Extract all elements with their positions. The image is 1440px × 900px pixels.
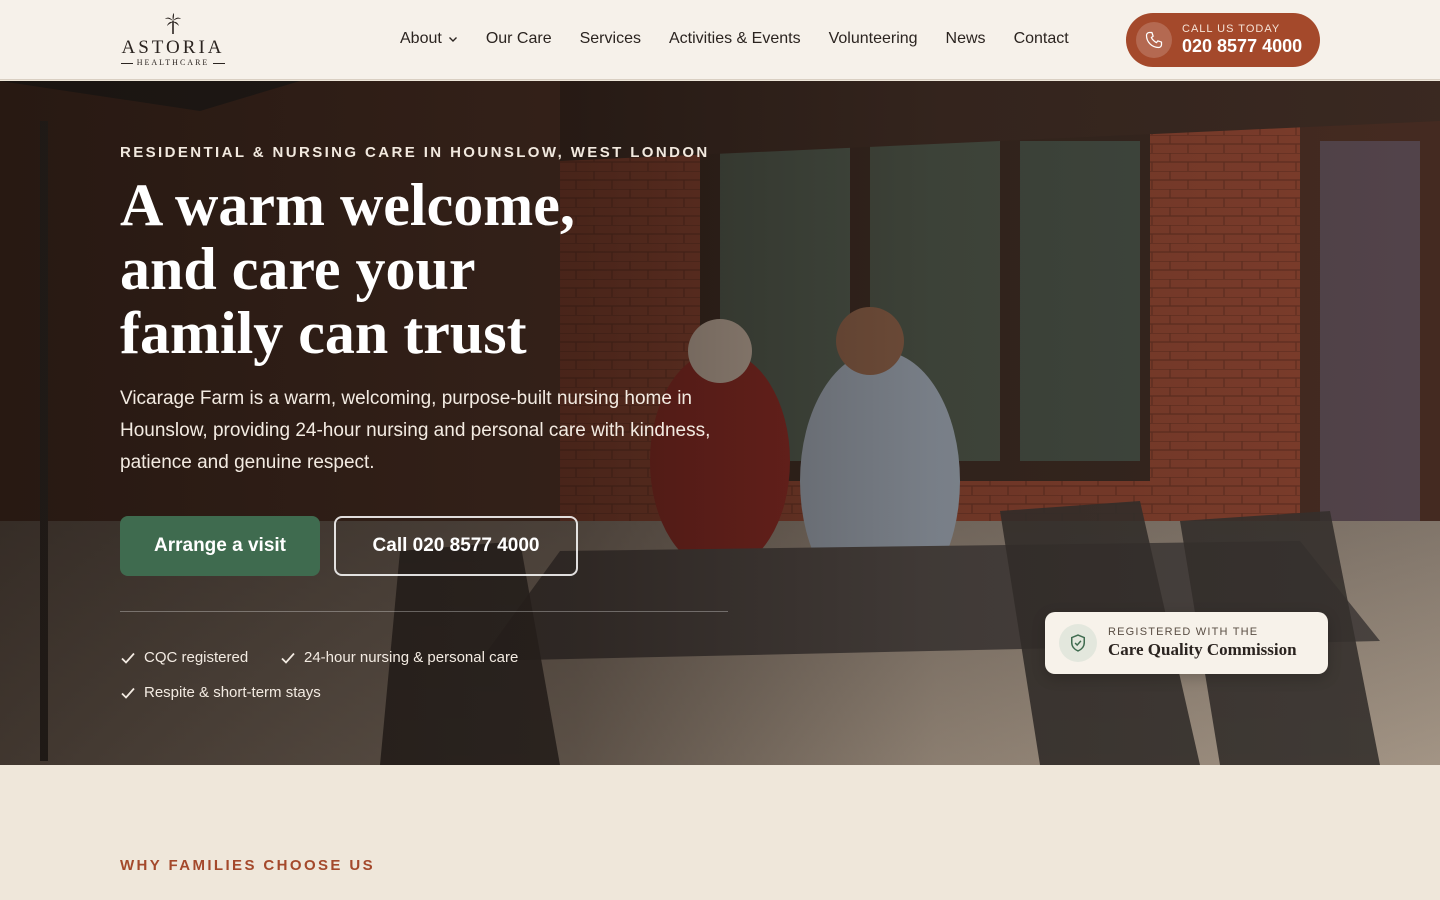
call-pill-number: 020 8577 4000 <box>1182 36 1303 56</box>
nav-item-volunteering[interactable]: Volunteering <box>829 30 918 48</box>
call-pill-text: CALL US TODAY 020 8577 4000 <box>1182 23 1302 57</box>
why-families-eyebrow: WHY FAMILIES CHOOSE US <box>120 857 376 874</box>
chevron-down-icon <box>448 37 457 42</box>
hero-section: RESIDENTIAL & NURSING CARE IN HOUNSLOW, … <box>0 81 1440 765</box>
checkmark-icon <box>121 652 135 664</box>
check-item-nursing: 24-hour nursing & personal care <box>280 649 518 666</box>
palm-logo-icon <box>165 13 181 34</box>
phone-icon <box>1136 22 1172 58</box>
nav-item-news[interactable]: News <box>946 30 986 48</box>
checkmark-icon <box>121 687 135 699</box>
hero-lead: Vicarage Farm is a warm, welcoming, purp… <box>120 388 711 473</box>
cqc-line1: REGISTERED WITH THE <box>1108 625 1259 638</box>
nav-item-about[interactable]: About <box>400 30 458 48</box>
nav-item-activities-events[interactable]: Activities & Events <box>669 30 801 48</box>
cqc-text: REGISTERED WITH THE Care Quality Commiss… <box>1108 626 1297 661</box>
call-pill-label: CALL US TODAY <box>1182 23 1281 35</box>
hero-divider <box>120 611 728 612</box>
main-nav: About Our Care Services Activities & Eve… <box>400 30 1069 48</box>
shield-check-icon <box>1059 624 1097 662</box>
brand-subname: HEALTHCARE <box>118 58 228 68</box>
call-button[interactable]: Call 020 8577 4000 <box>334 516 578 576</box>
cqc-line2: Care Quality Commission <box>1108 639 1297 659</box>
site-header: ASTORIA HEALTHCARE About Our Care Servic… <box>0 0 1440 80</box>
brand-name: ASTORIA <box>121 37 225 58</box>
astoria-logo[interactable]: ASTORIA HEALTHCARE <box>118 12 228 70</box>
arrange-visit-button[interactable]: Arrange a visit <box>120 516 320 576</box>
checkmark-icon <box>281 652 295 664</box>
nav-item-our-care[interactable]: Our Care <box>486 30 552 48</box>
check-item-cqc: CQC registered <box>120 649 248 666</box>
nav-item-services[interactable]: Services <box>580 30 641 48</box>
hero-headline: A warm welcome, and care your family can… <box>120 172 575 366</box>
nav-item-contact[interactable]: Contact <box>1014 30 1069 48</box>
cqc-badge[interactable]: REGISTERED WITH THE Care Quality Commiss… <box>1045 612 1328 674</box>
call-us-button[interactable]: CALL US TODAY 020 8577 4000 <box>1126 13 1320 67</box>
check-item-respite: Respite & short-term stays <box>120 684 321 701</box>
hero-eyebrow: RESIDENTIAL & NURSING CARE IN HOUNSLOW, … <box>120 144 710 161</box>
